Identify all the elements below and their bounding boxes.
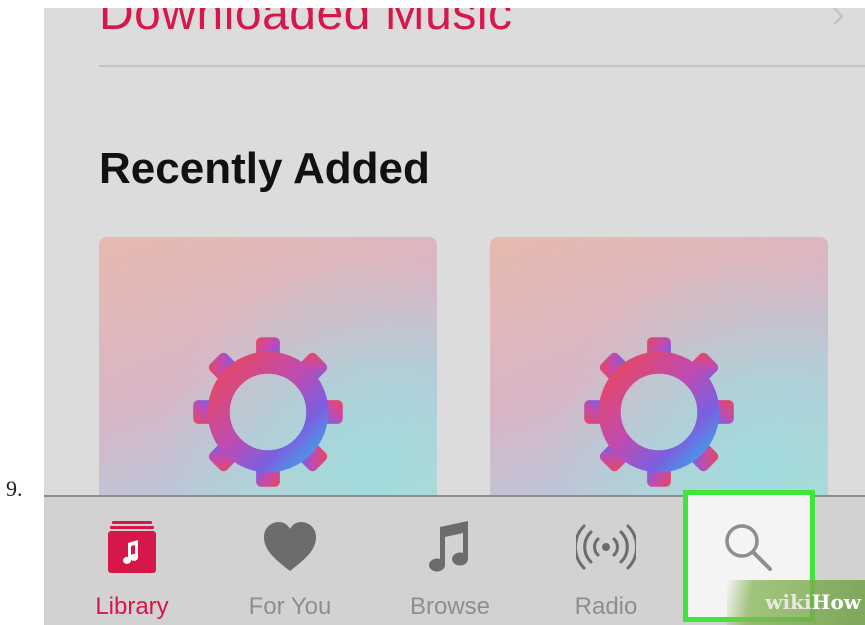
tab-radio[interactable]: Radio [526, 497, 686, 625]
album-card[interactable] [490, 237, 828, 507]
tab-label: Library [95, 593, 169, 620]
gear-icon [584, 337, 734, 487]
watermark-how: How [811, 590, 861, 614]
search-icon [725, 524, 772, 571]
tab-browse[interactable]: Browse [370, 497, 530, 625]
watermark-wiki: wiki [765, 590, 812, 614]
tab-label: Browse [409, 593, 491, 620]
downloaded-music-label: Downloaded Music [99, 8, 513, 40]
music-note-icon [429, 521, 469, 572]
wikihow-watermark: wikiHow [727, 580, 865, 625]
row-divider [99, 65, 865, 67]
tab-label: For You [248, 593, 332, 620]
radio-broadcast-icon [576, 524, 636, 570]
chevron-right-icon: › [831, 8, 845, 36]
downloaded-music-row[interactable]: Downloaded Music › [99, 8, 865, 66]
step-number: 9. [6, 476, 23, 501]
tab-for-you[interactable]: For You [210, 497, 370, 625]
album-card[interactable] [99, 237, 437, 507]
gear-icon [193, 337, 343, 487]
heart-icon [264, 522, 316, 571]
tab-library[interactable]: Library [52, 497, 212, 625]
library-icon [108, 521, 156, 573]
tab-label: Radio [574, 593, 638, 620]
recently-added-heading: Recently Added [99, 144, 430, 193]
